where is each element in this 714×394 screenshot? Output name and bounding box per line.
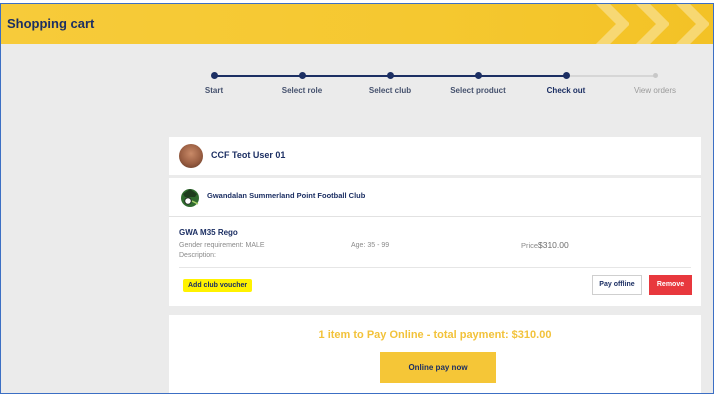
progress-stepper: Start Select role Select club Select pro… xyxy=(169,66,701,106)
product-age: Age: 35 - 99 xyxy=(351,242,390,249)
step-view-orders[interactable]: View orders xyxy=(615,86,695,95)
divider xyxy=(169,216,701,217)
step-check-out[interactable]: Check out xyxy=(526,86,606,95)
add-club-voucher-button[interactable]: Add club voucher xyxy=(183,279,253,292)
header-chevron-decoration xyxy=(675,4,709,44)
product-name: GWA M35 Rego xyxy=(179,228,238,237)
step-select-product[interactable]: Select product xyxy=(438,86,518,95)
product-gender: Gender requirement: MALE xyxy=(179,242,265,249)
payment-summary: 1 item to Pay Online - total payment: $3… xyxy=(318,329,552,341)
club-name: Gwandalan Summerland Point Football Club xyxy=(207,191,366,200)
page-title: Shopping cart xyxy=(7,16,95,31)
pay-offline-button[interactable]: Pay offline xyxy=(592,275,642,295)
app-frame: Shopping cart Start Select role Select c… xyxy=(0,3,714,394)
payment-card: 1 item to Pay Online - total payment: $3… xyxy=(169,315,701,393)
stepper-line-pending xyxy=(567,75,655,77)
user-avatar xyxy=(179,144,203,168)
remove-button[interactable]: Remove xyxy=(649,275,692,295)
header-chevron-decoration xyxy=(595,4,629,44)
club-logo-icon xyxy=(181,189,199,207)
step-dot-select-club xyxy=(387,72,394,79)
step-dot-select-product xyxy=(475,72,482,79)
user-card: CCF Teot User 01 xyxy=(169,137,701,175)
page-header: Shopping cart xyxy=(1,4,713,44)
step-select-club[interactable]: Select club xyxy=(350,86,430,95)
header-chevron-decoration xyxy=(635,4,669,44)
club-cart-card: Gwandalan Summerland Point Football Club… xyxy=(169,178,701,306)
step-dot-select-role xyxy=(299,72,306,79)
step-start[interactable]: Start xyxy=(174,86,254,95)
online-pay-now-button[interactable]: Online pay now xyxy=(380,352,496,383)
step-dot-view-orders xyxy=(653,73,658,78)
divider xyxy=(179,267,691,268)
product-price: $310.00 xyxy=(538,240,569,250)
product-description: Description: xyxy=(179,252,216,259)
step-select-role[interactable]: Select role xyxy=(262,86,342,95)
user-name: CCF Teot User 01 xyxy=(211,150,286,160)
step-dot-start xyxy=(211,72,218,79)
step-dot-check-out xyxy=(563,72,570,79)
